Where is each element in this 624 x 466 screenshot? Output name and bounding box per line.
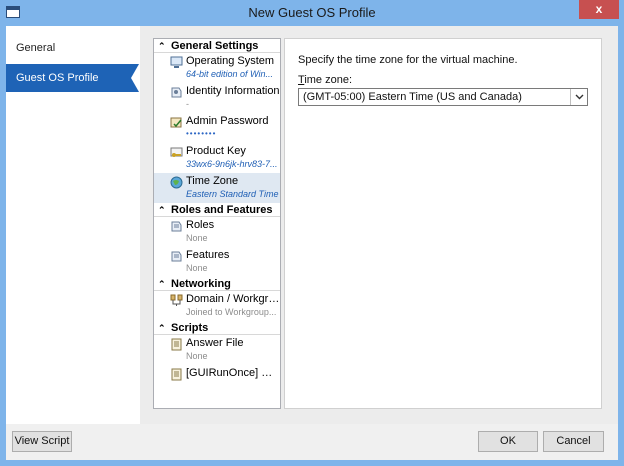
tree-item-label: Features — [186, 249, 230, 261]
chevron-down-icon — [575, 94, 584, 100]
group-header-general-settings[interactable]: ⌃ General Settings — [154, 39, 280, 53]
timezone-label-text: ime zone: — [304, 74, 353, 86]
tree-item-label: Admin Password — [186, 115, 269, 127]
tree-item-value: Eastern Standard Time — [186, 189, 279, 199]
dropdown-toggle[interactable] — [570, 89, 587, 105]
dialog-client: General Guest OS Profile ⌃ General Setti… — [6, 26, 618, 460]
globe-icon — [170, 176, 183, 189]
tree-item-label: Identity Information — [186, 85, 280, 97]
identity-icon — [171, 87, 182, 98]
title-bar[interactable]: New Guest OS Profile x — [0, 0, 624, 26]
script-icon — [171, 368, 182, 381]
collapse-chevron-icon[interactable]: ⌃ — [158, 203, 166, 217]
tree-item-value: 64-bit edition of Win... — [186, 69, 273, 79]
group-title: Scripts — [171, 322, 209, 334]
answer-file-icon — [171, 338, 182, 351]
collapse-chevron-icon[interactable]: ⌃ — [158, 39, 166, 53]
collapse-chevron-icon[interactable]: ⌃ — [158, 277, 166, 291]
tree-item-label: [GUIRunOnce] Co... — [186, 367, 280, 379]
tree-item-time-zone[interactable]: Time Zone Eastern Standard Time — [154, 173, 280, 203]
tree-item-value: None — [186, 263, 208, 273]
tree-item-label: Operating System — [186, 55, 275, 67]
time-zone-panel: Specify the time zone for the virtual ma… — [284, 38, 602, 409]
tree-item-identity-information[interactable]: Identity Information - — [154, 83, 280, 113]
panel-description: Specify the time zone for the virtual ma… — [298, 54, 518, 66]
tree-item-operating-system[interactable]: Operating System 64-bit edition of Win..… — [154, 53, 280, 83]
nav-item-label: Guest OS Profile — [16, 72, 99, 84]
network-icon — [170, 294, 183, 306]
tree-item-domain-workgroup[interactable]: Domain / Workgro... Joined to Workgroup.… — [154, 291, 280, 321]
tree-item-label: Answer File — [186, 337, 244, 349]
cancel-button[interactable]: Cancel — [543, 431, 604, 452]
nav-item-guest-os-profile[interactable]: Guest OS Profile — [6, 64, 139, 92]
group-title: Networking — [171, 278, 231, 290]
group-title: General Settings — [171, 40, 259, 52]
tree-item-product-key[interactable]: Product Key 33wx6-9n6jk-hrv83-7... — [154, 143, 280, 173]
dialog-footer: View Script OK Cancel — [6, 424, 618, 460]
timezone-selected-value: (GMT-05:00) Eastern Time (US and Canada) — [303, 91, 522, 103]
content-area: ⌃ General Settings Operating System 64-b… — [140, 26, 618, 424]
password-mask: •••••••• — [186, 129, 217, 138]
tree-item-label: Time Zone — [186, 175, 239, 187]
close-button[interactable]: x — [579, 0, 619, 19]
tree-item-guirunonce-commands[interactable]: [GUIRunOnce] Co... — [154, 365, 280, 395]
tree-item-answer-file[interactable]: Answer File None — [154, 335, 280, 365]
settings-tree: ⌃ General Settings Operating System 64-b… — [153, 38, 281, 409]
group-header-roles-and-features[interactable]: ⌃ Roles and Features — [154, 203, 280, 217]
tree-item-roles[interactable]: Roles None — [154, 217, 280, 247]
tree-item-value: - — [186, 99, 189, 109]
roles-icon — [171, 221, 182, 232]
password-icon — [170, 117, 182, 128]
tree-item-value: None — [186, 351, 208, 361]
tree-item-value: Joined to Workgroup... — [186, 307, 277, 317]
os-icon — [170, 56, 183, 68]
group-header-networking[interactable]: ⌃ Networking — [154, 277, 280, 291]
tree-item-value: None — [186, 233, 208, 243]
collapse-chevron-icon[interactable]: ⌃ — [158, 321, 166, 335]
dialog-window: New Guest OS Profile x General Guest OS … — [0, 0, 624, 466]
features-icon — [171, 251, 182, 262]
tree-item-label: Roles — [186, 219, 215, 231]
nav-item-general[interactable]: General — [6, 34, 139, 62]
tree-item-value: 33wx6-9n6jk-hrv83-7... — [186, 159, 278, 169]
timezone-dropdown[interactable]: (GMT-05:00) Eastern Time (US and Canada) — [298, 88, 588, 106]
view-script-button[interactable]: View Script — [12, 431, 72, 452]
group-header-scripts[interactable]: ⌃ Scripts — [154, 321, 280, 335]
group-title: Roles and Features — [171, 204, 273, 216]
selection-arrow — [131, 64, 139, 92]
timezone-label: Time zone: — [298, 74, 352, 86]
key-icon — [170, 147, 183, 157]
tree-item-label: Domain / Workgro... — [186, 293, 280, 305]
left-navigation: General Guest OS Profile — [6, 26, 139, 424]
ok-button[interactable]: OK — [478, 431, 538, 452]
window-title: New Guest OS Profile — [248, 5, 376, 20]
tree-item-label: Product Key — [186, 145, 246, 157]
tree-item-admin-password[interactable]: Admin Password •••••••• — [154, 113, 280, 143]
tree-item-features[interactable]: Features None — [154, 247, 280, 277]
